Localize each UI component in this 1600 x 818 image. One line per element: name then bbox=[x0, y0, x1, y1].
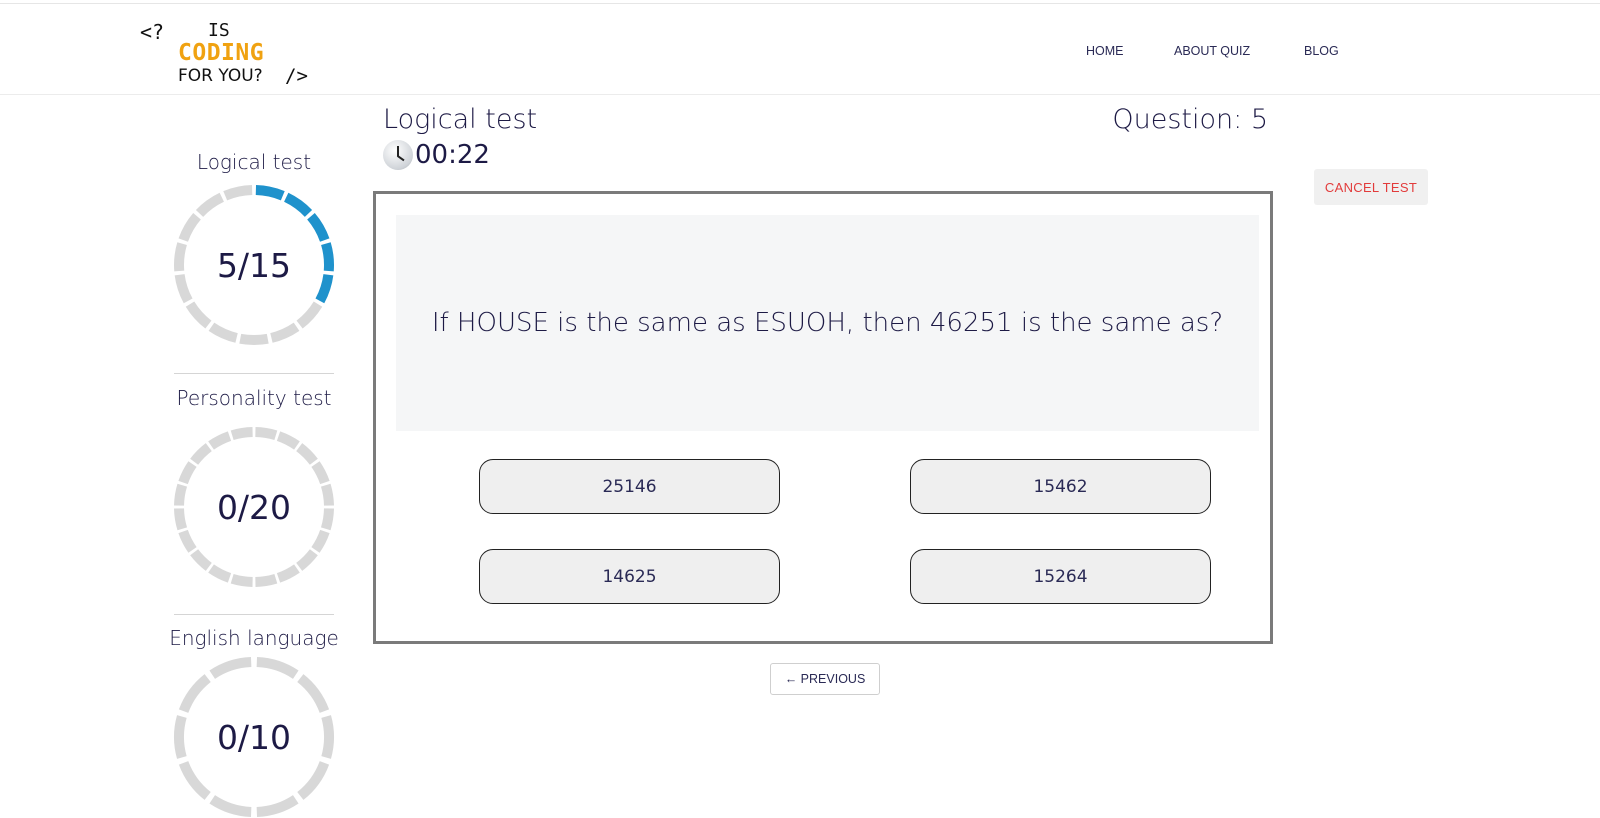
sidebar-english-title: English language bbox=[169, 626, 339, 650]
sidebar-divider bbox=[174, 373, 334, 374]
nav-blog[interactable]: BLOG bbox=[1304, 44, 1339, 58]
english-progress-count: 0/10 bbox=[216, 717, 292, 757]
sidebar-logical-title: Logical test bbox=[196, 150, 312, 174]
question-text: If HOUSE is the same as ESUOH, then 4625… bbox=[431, 308, 1224, 338]
nav-about-quiz[interactable]: ABOUT QUIZ bbox=[1174, 44, 1250, 58]
answer-option[interactable]: 25146 bbox=[479, 459, 780, 514]
question-card: If HOUSE is the same as ESUOH, then 4625… bbox=[373, 191, 1273, 644]
test-title: Logical test bbox=[383, 104, 538, 135]
previous-button[interactable]: ← PREVIOUS bbox=[770, 663, 880, 695]
timer: 00:22 bbox=[383, 140, 490, 170]
question-panel: If HOUSE is the same as ESUOH, then 4625… bbox=[396, 215, 1259, 431]
logical-progress-count: 5/15 bbox=[216, 245, 292, 285]
logo-coding: CODING bbox=[178, 40, 265, 66]
logo-is: IS bbox=[208, 20, 230, 41]
logo-for-you: FOR YOU? bbox=[178, 66, 263, 86]
answer-option[interactable]: 15462 bbox=[910, 459, 1211, 514]
timer-value: 00:22 bbox=[415, 140, 490, 170]
logo-open-tag: <? bbox=[140, 20, 165, 44]
logical-progress-ring: 5/15 bbox=[173, 184, 335, 346]
nav-home[interactable]: HOME bbox=[1086, 44, 1124, 58]
sidebar-personality-title: Personality test bbox=[176, 386, 332, 410]
clock-icon bbox=[383, 140, 413, 170]
question-number: Question: 5 bbox=[1112, 104, 1268, 135]
logo-close-tag: /> bbox=[285, 65, 308, 87]
english-progress-ring: 0/10 bbox=[173, 656, 335, 818]
answer-option[interactable]: 14625 bbox=[479, 549, 780, 604]
answer-option[interactable]: 15264 bbox=[910, 549, 1211, 604]
site-header: <? IS CODING FOR YOU? /> HOME ABOUT QUIZ… bbox=[0, 4, 1600, 95]
personality-progress-ring: 0/20 bbox=[173, 426, 335, 588]
personality-progress-count: 0/20 bbox=[216, 487, 292, 527]
sidebar-divider bbox=[174, 614, 334, 615]
cancel-test-button[interactable]: CANCEL TEST bbox=[1314, 169, 1428, 205]
site-logo[interactable]: <? IS CODING FOR YOU? /> bbox=[140, 16, 320, 88]
